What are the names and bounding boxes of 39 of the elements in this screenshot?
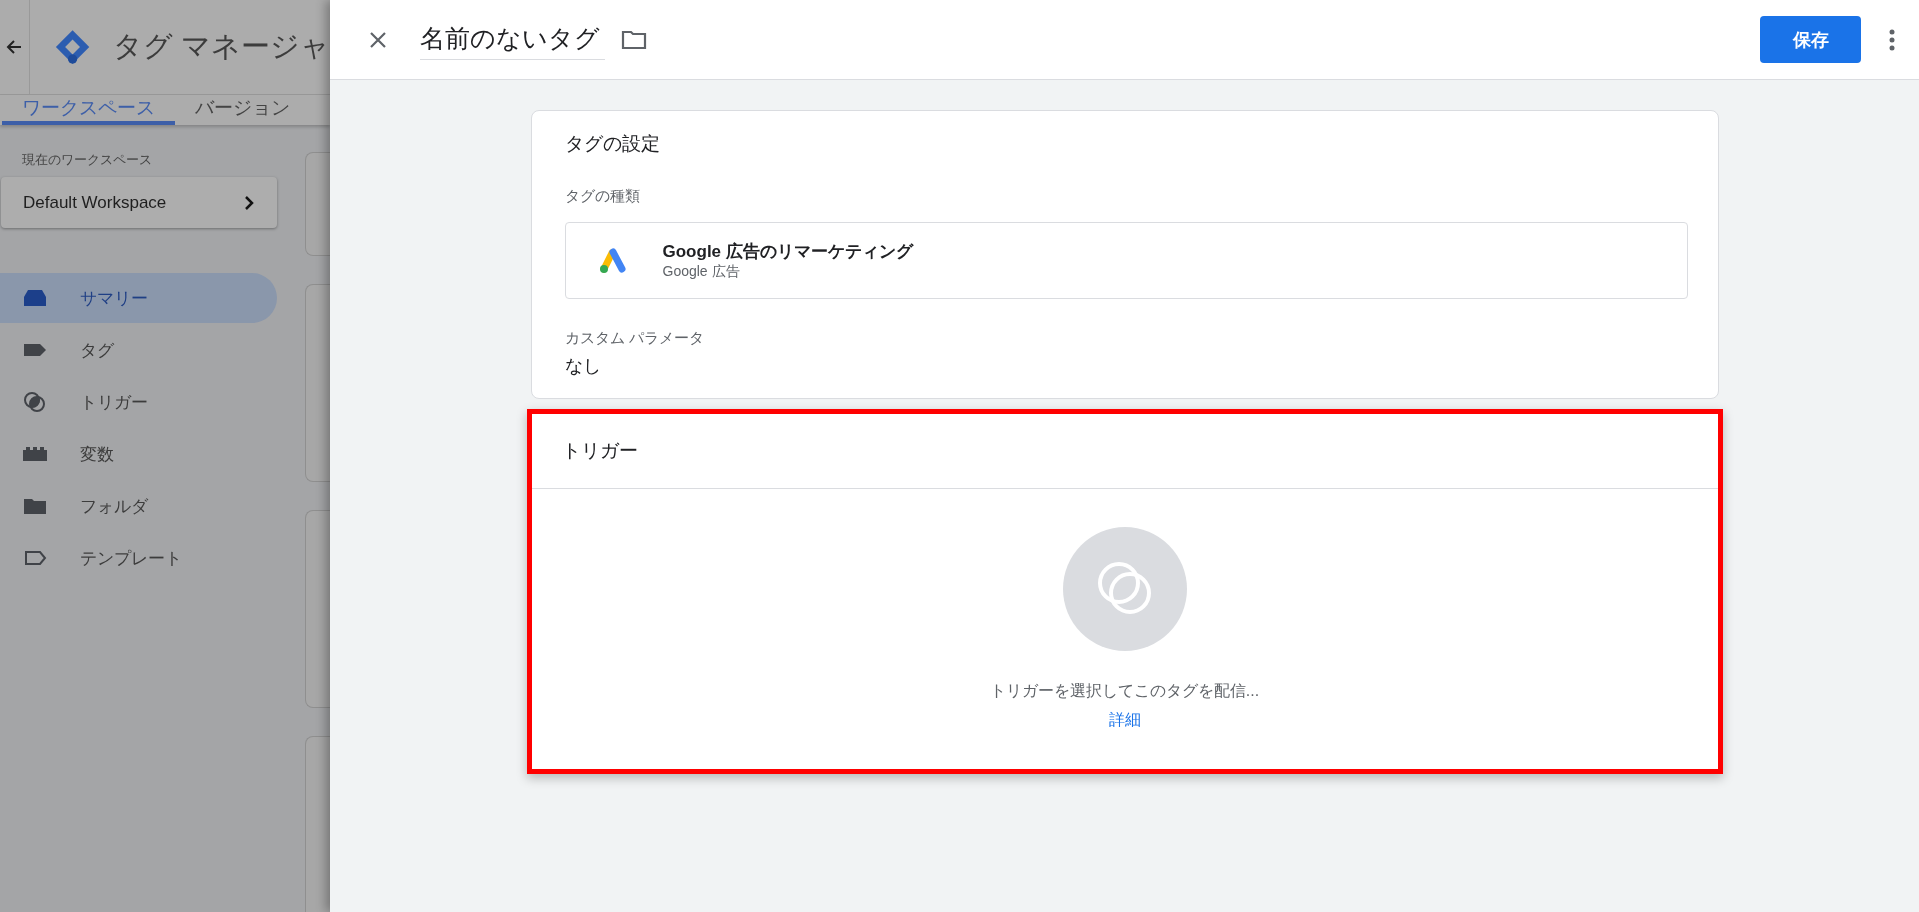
- diamond-logo-icon: [53, 27, 91, 67]
- nav-item[interactable]: サマリー: [0, 273, 277, 323]
- ads-logo-icon: [597, 246, 628, 275]
- nav-item[interactable]: タグ: [0, 325, 277, 375]
- nav-item[interactable]: テンプレート: [0, 533, 277, 583]
- nav-item[interactable]: トリガー: [0, 377, 277, 427]
- save-button[interactable]: 保存: [1760, 16, 1861, 63]
- trigger-hint: トリガーを選択してこのタグを配信...: [989, 681, 1260, 701]
- nav-label: 変数: [80, 443, 114, 466]
- nav-label: フォルダ: [80, 495, 148, 518]
- more-vertical-icon: [1889, 28, 1895, 51]
- tag-type-selector[interactable]: Google 広告のリマーケティング Google 広告: [564, 222, 1688, 299]
- trigger-icon: [22, 391, 48, 413]
- workspace-caption: 現在のワークスペース: [22, 151, 153, 169]
- tag-type-vendor: Google 広告: [662, 263, 741, 281]
- back-arrow-icon: [6, 39, 23, 55]
- chevron-right-icon: [243, 194, 255, 211]
- card-title: トリガー: [561, 439, 638, 463]
- field-value: なし: [564, 355, 602, 378]
- nav-item[interactable]: 変数: [0, 429, 277, 479]
- nav-label: タグ: [80, 339, 114, 362]
- workspace-selector[interactable]: Default Workspace: [1, 177, 277, 228]
- tray-icon: [22, 287, 48, 309]
- tab[interactable]: バージョン: [175, 95, 310, 125]
- tab[interactable]: ワークスペース: [2, 95, 175, 125]
- field-label: タグの種類: [564, 187, 641, 206]
- tag-type-name: Google 広告のリマーケティング: [662, 241, 913, 263]
- nav-item[interactable]: フォルダ: [0, 481, 277, 531]
- folder-button[interactable]: [621, 28, 647, 51]
- details-link[interactable]: 詳細: [1108, 710, 1141, 731]
- app-title: タグ マネージャ: [112, 29, 330, 64]
- more-button[interactable]: [1889, 28, 1895, 51]
- nav-label: トリガー: [80, 391, 148, 414]
- card-title: タグの設定: [564, 132, 661, 156]
- tag-name-field[interactable]: 名前のないタグ: [420, 19, 605, 60]
- folder-icon: [621, 28, 647, 51]
- nav-label: テンプレート: [80, 547, 182, 570]
- nav-label: サマリー: [80, 287, 148, 310]
- field-label: カスタム パラメータ: [564, 329, 705, 348]
